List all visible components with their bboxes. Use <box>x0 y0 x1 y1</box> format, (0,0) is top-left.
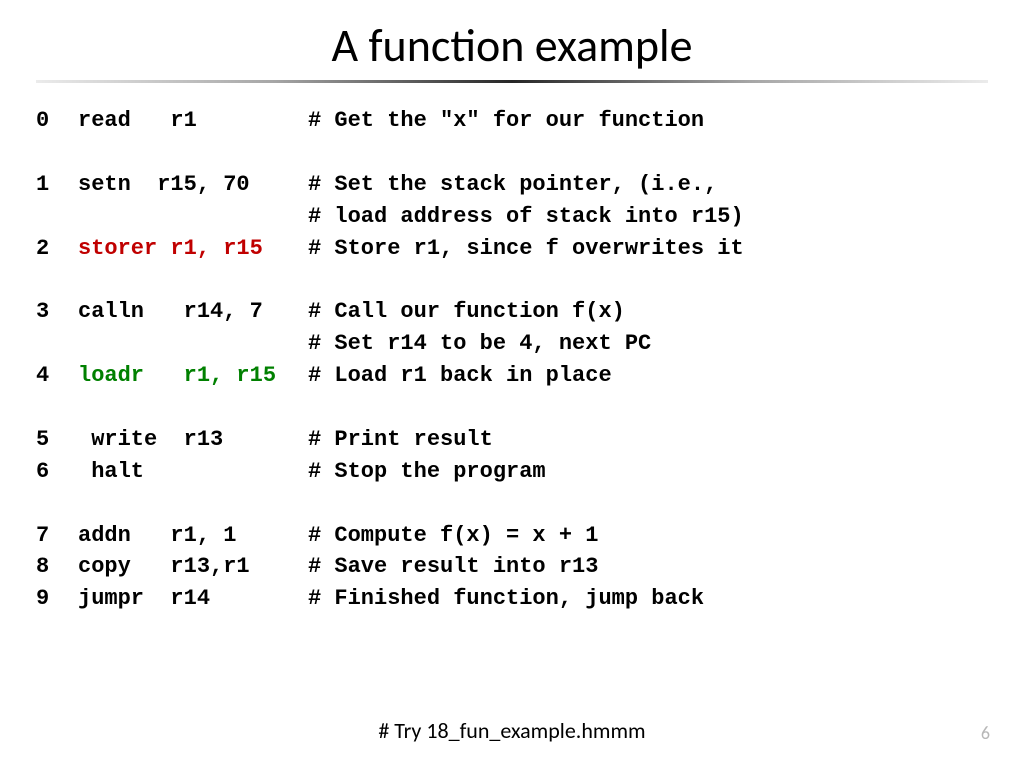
code-line: 8copy r13,r1# Save result into r13 <box>36 551 988 583</box>
slide: A function example 0read r1# Get the "x"… <box>0 0 1024 768</box>
comment: # Set the stack pointer, (i.e., <box>308 172 717 197</box>
comment: # Print result <box>308 427 493 452</box>
code-line: 0read r1# Get the "x" for our function <box>36 105 988 137</box>
code-line <box>36 264 988 296</box>
comment: # Finished function, jump back <box>308 586 704 611</box>
code-line: 2storer r1, r15# Store r1, since f overw… <box>36 233 988 265</box>
code-line: 4loadr r1, r15# Load r1 back in place <box>36 360 988 392</box>
footnote: # Try 18_fun_example.hmmm <box>0 717 1024 744</box>
line-number: 9 <box>36 583 78 615</box>
comment: # Load r1 back in place <box>308 363 612 388</box>
instruction: halt <box>78 456 308 488</box>
comment: # load address of stack into r15) <box>308 204 744 229</box>
line-number: 8 <box>36 551 78 583</box>
code-line: 5 write r13# Print result <box>36 424 988 456</box>
code-line: # load address of stack into r15) <box>36 201 988 233</box>
comment: # Get the "x" for our function <box>308 108 704 133</box>
instruction: loadr r1, r15 <box>78 360 308 392</box>
slide-title: A function example <box>36 18 988 74</box>
comment: # Set r14 to be 4, next PC <box>308 331 651 356</box>
comment: # Save result into r13 <box>308 554 598 579</box>
page-number: 6 <box>981 722 990 744</box>
line-number: 6 <box>36 456 78 488</box>
line-number: 0 <box>36 105 78 137</box>
instruction: write r13 <box>78 424 308 456</box>
line-number: 5 <box>36 424 78 456</box>
code-line: 9jumpr r14# Finished function, jump back <box>36 583 988 615</box>
instruction: jumpr r14 <box>78 583 308 615</box>
code-block: 0read r1# Get the "x" for our function 1… <box>36 105 988 615</box>
code-line <box>36 137 988 169</box>
instruction: storer r1, r15 <box>78 233 308 265</box>
comment: # Call our function f(x) <box>308 299 625 324</box>
code-line: 6 halt# Stop the program <box>36 456 988 488</box>
divider <box>36 80 988 83</box>
instruction: calln r14, 7 <box>78 296 308 328</box>
comment: # Stop the program <box>308 459 546 484</box>
line-number: 7 <box>36 520 78 552</box>
code-line: 1setn r15, 70# Set the stack pointer, (i… <box>36 169 988 201</box>
line-number: 4 <box>36 360 78 392</box>
line-number: 2 <box>36 233 78 265</box>
instruction: copy r13,r1 <box>78 551 308 583</box>
comment: # Store r1, since f overwrites it <box>308 236 744 261</box>
line-number: 3 <box>36 296 78 328</box>
code-line <box>36 488 988 520</box>
code-line <box>36 392 988 424</box>
code-line: 3calln r14, 7# Call our function f(x) <box>36 296 988 328</box>
instruction: addn r1, 1 <box>78 520 308 552</box>
instruction: setn r15, 70 <box>78 169 308 201</box>
line-number: 1 <box>36 169 78 201</box>
instruction: read r1 <box>78 105 308 137</box>
comment: # Compute f(x) = x + 1 <box>308 523 598 548</box>
code-line: # Set r14 to be 4, next PC <box>36 328 988 360</box>
code-line: 7addn r1, 1# Compute f(x) = x + 1 <box>36 520 988 552</box>
